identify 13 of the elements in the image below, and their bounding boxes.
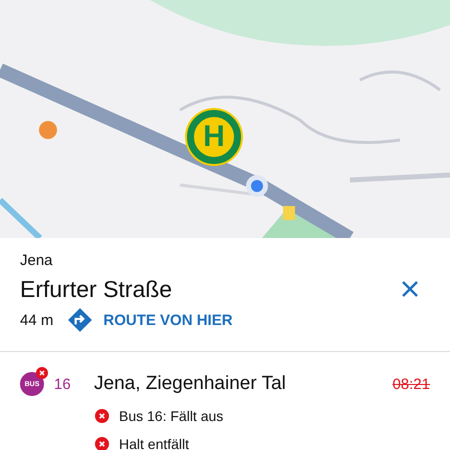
stop-name: Erfurter Straße <box>20 276 172 303</box>
route-link[interactable]: ROUTE VON HIER <box>103 312 233 328</box>
notice-text: Bus 16: Fällt aus <box>119 408 224 424</box>
destination-text: Jena, Ziegenhainer Tal <box>94 373 287 395</box>
line-number: 16 <box>54 376 72 392</box>
departure-time: 08:21 <box>392 376 430 392</box>
directions-icon[interactable] <box>67 307 94 333</box>
cancel-icon <box>95 409 109 423</box>
distance-text: 44 m <box>20 312 54 328</box>
stop-city: Jena <box>20 252 54 269</box>
location-dot-icon <box>245 174 269 198</box>
notice-text: Halt entfällt <box>119 436 190 450</box>
cancel-icon <box>95 437 109 450</box>
